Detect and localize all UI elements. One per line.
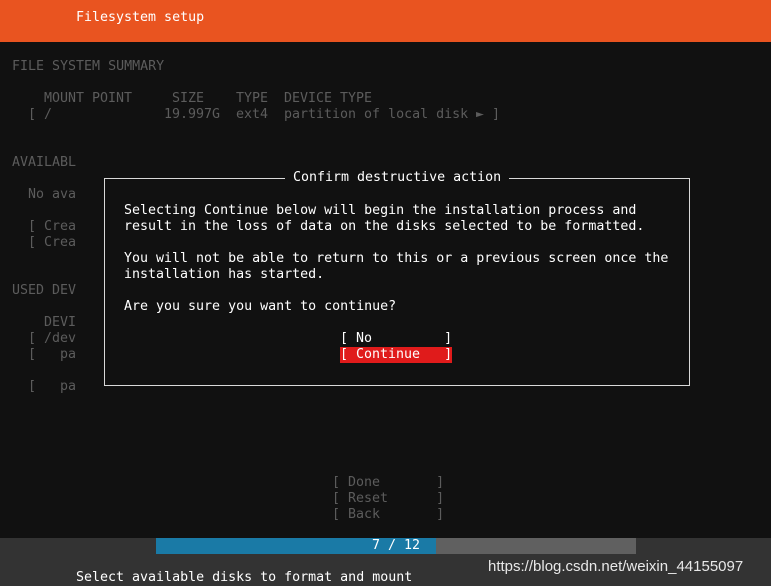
row-type: ext4	[236, 107, 269, 122]
col-device-type: DEVICE TYPE	[284, 91, 373, 106]
dialog-line-4: installation has started.	[124, 267, 325, 282]
col-type: TYPE	[236, 91, 269, 106]
done-button[interactable]: [ Done ]	[332, 475, 444, 491]
row-mount: /	[44, 107, 53, 122]
dialog-question: Are you sure you want to continue?	[124, 299, 397, 314]
page-title: Filesystem setup	[76, 10, 205, 25]
create-button-2[interactable]: [ Crea	[28, 235, 76, 251]
arrow-right-icon: ►	[476, 107, 485, 122]
col-size: SIZE	[172, 91, 205, 106]
partition-row-2[interactable]: [ pa	[28, 379, 76, 395]
dialog-line-2: result in the loss of data on the disks …	[124, 219, 645, 234]
back-button[interactable]: [ Back ]	[332, 507, 444, 523]
dialog-line-1: Selecting Continue below will begin the …	[124, 203, 637, 218]
dialog-line-3: You will not be able to return to this o…	[124, 251, 669, 266]
no-button[interactable]: [ No ]	[340, 331, 452, 347]
footer-hint: Select available disks to format and mou…	[76, 570, 413, 585]
dialog-title: Confirm destructive action	[285, 170, 510, 186]
row-bracket-close: ]	[492, 107, 501, 122]
create-button-1[interactable]: [ Crea	[28, 219, 76, 235]
confirm-dialog: Confirm destructive action Selecting Con…	[104, 170, 690, 386]
row-size: 19.997G	[164, 107, 221, 122]
watermark-text: https://blog.csdn.net/weixin_44155097	[488, 558, 744, 575]
partition-row-1[interactable]: [ pa	[28, 347, 76, 363]
no-available-text: No ava	[28, 187, 77, 202]
header-bar: Filesystem setup	[0, 0, 771, 42]
progress-label: 7 / 12	[371, 538, 421, 553]
device-row[interactable]: [ /dev	[28, 331, 76, 347]
continue-button[interactable]: [ Continue ]	[340, 347, 453, 363]
progress-bar: 7 / 12	[156, 538, 636, 554]
col-mount-point: MOUNT POINT	[44, 91, 133, 106]
used-devices-heading: USED DEV	[12, 283, 77, 298]
reset-button[interactable]: [ Reset ]	[332, 491, 444, 507]
row-bracket-open: [	[28, 107, 37, 122]
row-device-type: partition of local disk	[284, 107, 469, 122]
available-heading: AVAILABL	[12, 155, 77, 170]
summary-heading: FILE SYSTEM SUMMARY	[12, 59, 165, 74]
device-column-header: DEVI	[44, 315, 77, 330]
